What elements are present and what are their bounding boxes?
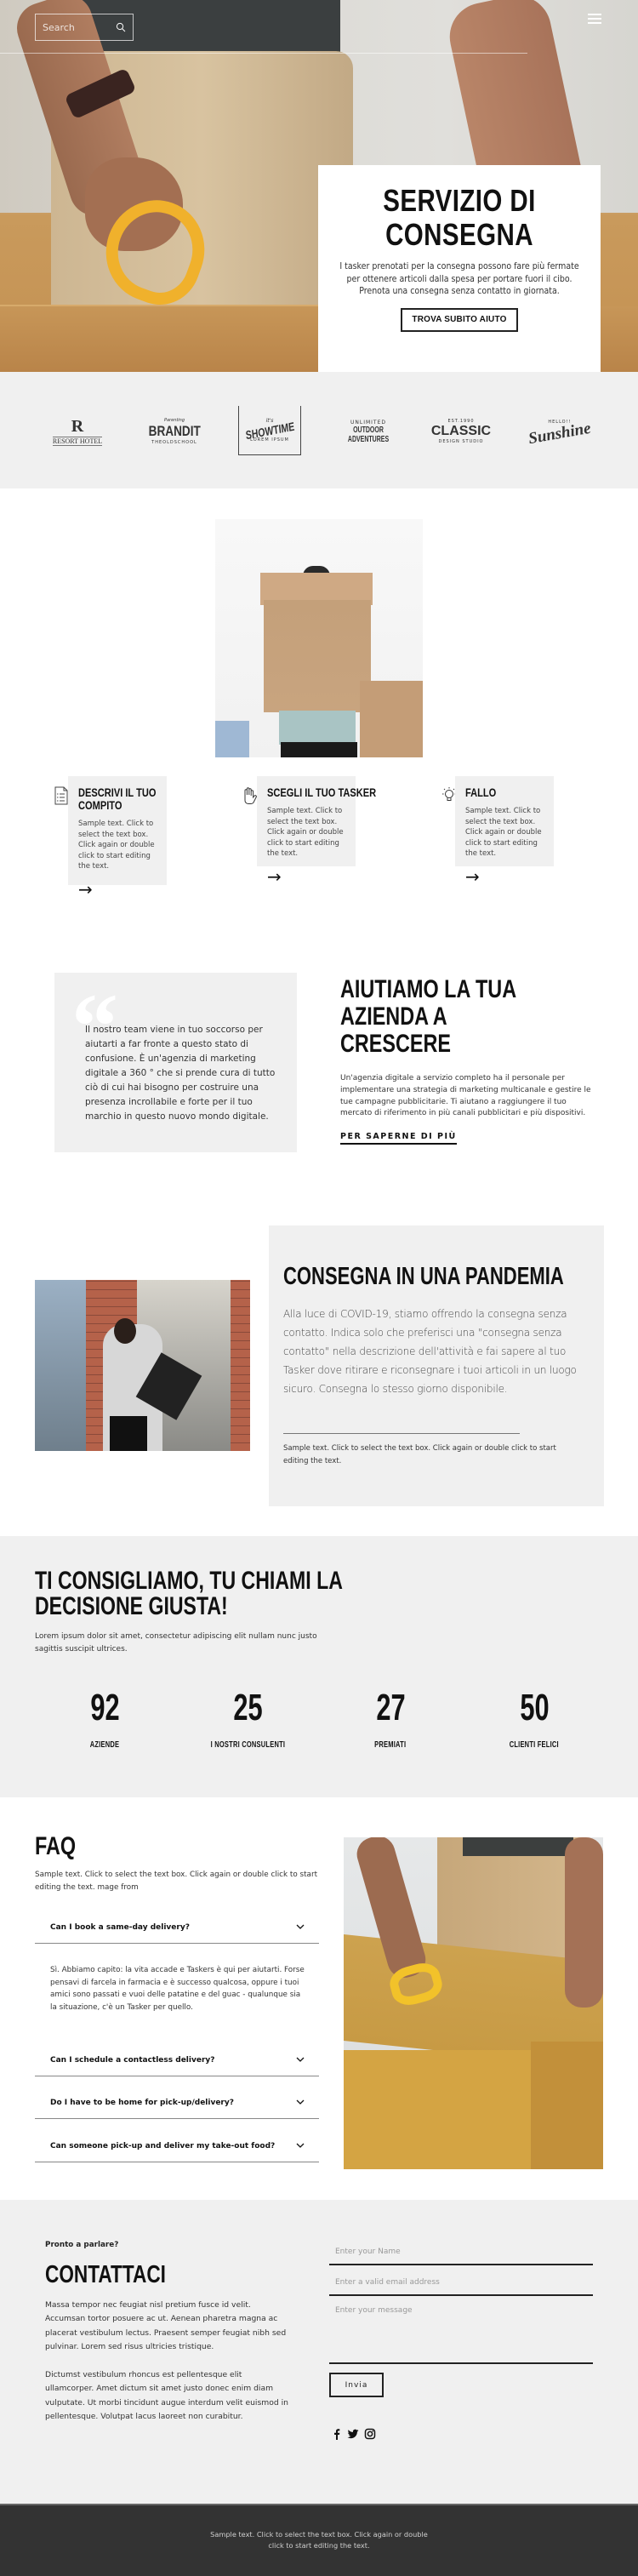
chevron-down-icon[interactable] — [295, 2140, 305, 2150]
hero-text: I tasker prenotati per la consegna posso… — [339, 261, 579, 296]
logo-mark: R — [71, 417, 84, 436]
taping-box-image — [344, 1837, 603, 2169]
faq-question: Do I have to be home for pick-up/deliver… — [50, 2099, 234, 2107]
faq-question: Can I schedule a contactless delivery? — [50, 2056, 215, 2065]
instagram-icon[interactable] — [364, 2428, 376, 2440]
step-text: Sample text. Click to select the text bo… — [267, 807, 344, 858]
learn-more-link[interactable]: PER SAPERNE DI PIÙ — [340, 1132, 457, 1145]
arrow-right-icon[interactable]: → — [267, 868, 282, 885]
submit-button[interactable]: Invia — [329, 2373, 384, 2397]
divider — [283, 1433, 520, 1434]
twitter-icon[interactable] — [347, 2428, 359, 2440]
step-card: FALLO Sample text. Click to select the t… — [455, 776, 554, 885]
person-holding-box-image — [215, 519, 423, 757]
logo-name: CLASSIC — [430, 424, 492, 438]
faq-description: Sample text. Click to select the text bo… — [35, 1871, 318, 1892]
chevron-down-icon[interactable] — [295, 2054, 305, 2065]
pandemic-title: CONSEGNA IN UNA PANDEMIA — [283, 1263, 564, 1290]
stat-item: 27 PREMIATI — [339, 1689, 441, 1751]
logo-outdoor-adventures: UNLIMITED OUTDOOR ADVENTURES — [334, 410, 402, 453]
document-checklist-icon — [54, 786, 68, 805]
stats-title: TI CONSIGLIAMO, TU CHIAMI LA DECISIONE G… — [35, 1568, 375, 1619]
logo-resort-hotel: R RESORT HOTEL — [49, 410, 105, 453]
hand-icon — [244, 787, 257, 805]
step-card: DESCRIVI IL TUO COMPITO Sample text. Cli… — [68, 776, 167, 898]
header-divider — [0, 53, 527, 54]
faq-item[interactable]: Do I have to be home for pick-up/deliver… — [35, 2090, 319, 2119]
pandemic-small-text: Sample text. Click to select the text bo… — [283, 1444, 556, 1465]
find-help-button[interactable]: TROVA SUBITO AIUTO — [401, 307, 518, 332]
chevron-down-icon[interactable] — [295, 1922, 305, 1932]
quote-text: Il nostro team viene in tuo soccorso per… — [85, 1025, 276, 1122]
stat-item: 25 I NOSTRI CONSULENTI — [197, 1689, 299, 1751]
logo-showtime: it's SHOWTIME LOREM IPSUM — [238, 406, 301, 455]
stats-title-text: TI CONSIGLIAMO, TU CHIAMI LA DECISIONE G… — [35, 1567, 343, 1620]
stat-label: I NOSTRI CONSULENTI — [210, 1740, 285, 1750]
logo-sunshine: HELLO!! Sunshine — [526, 410, 594, 453]
stat-label: CLIENTI FELICI — [509, 1740, 560, 1750]
logo-tag: THEOLDSCHOOL — [151, 440, 197, 445]
search-placeholder: Search — [43, 21, 75, 33]
stat-item: 50 CLIENTI FELICI — [483, 1689, 585, 1751]
footer-text: Sample text. Click to select the text bo… — [210, 2530, 428, 2550]
arrow-right-icon[interactable]: → — [465, 868, 480, 885]
hero-title: SERVIZIO DI CONSEGNA — [383, 183, 536, 252]
hamburger-menu-icon[interactable] — [588, 14, 601, 26]
faq-item[interactable]: Can I book a same-day delivery? — [35, 1915, 319, 1944]
stat-item: 92 AZIENDE — [54, 1689, 156, 1751]
step-text: Sample text. Click to select the text bo… — [465, 807, 542, 858]
step-title: DESCRIVI IL TUO COMPITO — [78, 786, 157, 812]
logo-tag: DESIGN STUDIO — [438, 439, 484, 444]
contact-paragraph: Dictumst vestibulum rhoncus est pellente… — [45, 2370, 288, 2421]
contact-title: CONTATTACI — [45, 2261, 166, 2288]
contact-pretitle: Pronto a parlare? — [45, 2241, 119, 2249]
stat-value: 27 — [375, 1687, 406, 1728]
grow-title: AIUTIAMO LA TUA AZIENDA A CRESCERE — [340, 975, 516, 1058]
step-card: SCEGLI IL TUO TASKER Sample text. Click … — [257, 776, 377, 885]
arrow-right-icon[interactable]: → — [78, 881, 93, 898]
step-title: FALLO — [465, 786, 497, 799]
step-text: Sample text. Click to select the text bo… — [78, 820, 155, 871]
faq-title: FAQ — [35, 1832, 77, 1860]
grow-text: Un'agenzia digitale a servizio completo … — [340, 1074, 591, 1118]
faq-question: Can someone pick-up and deliver my take-… — [50, 2142, 276, 2150]
stat-value: 25 — [232, 1687, 263, 1728]
name-input[interactable] — [329, 2240, 593, 2265]
stats-subtitle: Lorem ipsum dolor sit amet, consectetur … — [35, 1632, 317, 1654]
partner-logos: R RESORT HOTEL Parenting BRANDIT THEOLDS… — [0, 372, 638, 488]
search-icon[interactable] — [116, 22, 126, 32]
faq-question: Can I book a same-day delivery? — [50, 1923, 190, 1932]
logo-brandit: Parenting BRANDIT THEOLDSCHOOL — [143, 410, 206, 453]
message-textarea[interactable] — [329, 2301, 593, 2364]
logo-name: RESORT HOTEL — [52, 437, 103, 446]
pandemic-text: Alla luce di COVID-19, stiamo offrendo l… — [283, 1308, 577, 1395]
stat-label: AZIENDE — [89, 1740, 120, 1750]
faq-answer: Sì. Abbiamo capito: la vita accade e Tas… — [50, 1966, 305, 2013]
contact-paragraph: Massa tempor nec feugiat nisl pretium fu… — [45, 2300, 287, 2351]
logo-top: UNLIMITED — [350, 419, 386, 426]
delivery-person-image — [35, 1280, 250, 1451]
chevron-down-icon[interactable] — [295, 2097, 305, 2107]
faq-item[interactable]: Can I schedule a contactless delivery? — [35, 2048, 319, 2076]
step-title: SCEGLI IL TUO TASKER — [267, 786, 377, 799]
search-input[interactable]: Search — [35, 14, 134, 41]
logo-name: Sunshine — [527, 419, 593, 448]
stat-value: 50 — [519, 1687, 550, 1728]
stat-value: 92 — [89, 1687, 120, 1728]
facebook-icon[interactable] — [331, 2428, 343, 2440]
logo-name: BRANDIT — [148, 423, 201, 439]
logo-classic: EST.1990 CLASSIC DESIGN STUDIO — [427, 410, 495, 453]
testimonial-quote-box: “ Il nostro team viene in tuo soccorso p… — [54, 973, 297, 1152]
logo-name: OUTDOOR ADVENTURES — [347, 425, 390, 444]
email-input[interactable] — [329, 2270, 593, 2296]
faq-item[interactable]: Can someone pick-up and deliver my take-… — [35, 2133, 319, 2162]
stat-label: PREMIATI — [374, 1740, 407, 1750]
